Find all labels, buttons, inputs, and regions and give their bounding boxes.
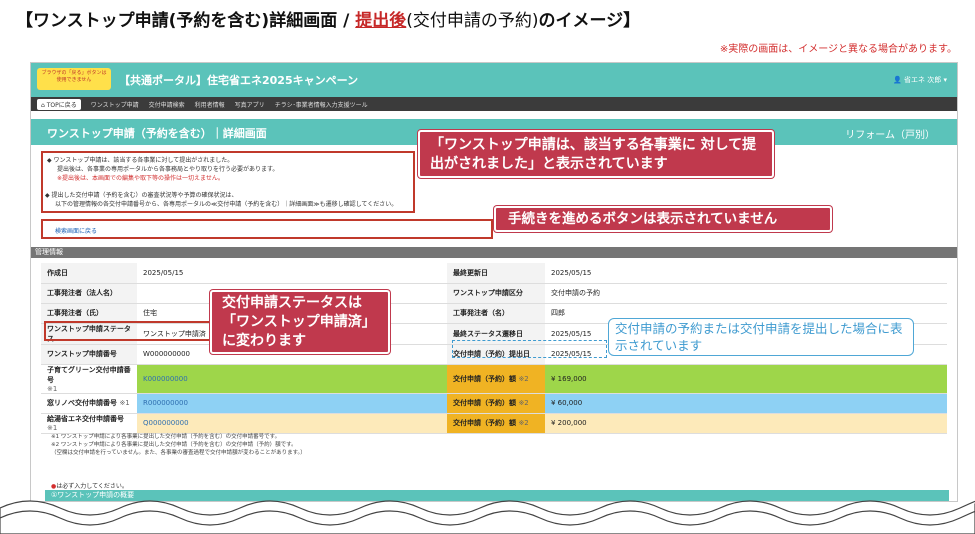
- required-note-text: は必ず入力してください。: [56, 483, 128, 490]
- heading-middle: (交付申請の予約): [406, 11, 539, 31]
- heater-amount-label: 交付申請（予約）額 ※2: [447, 413, 545, 434]
- window-no-note: ※1: [119, 399, 130, 407]
- window-amount-label: 交付申請（予約）額 ※2: [447, 393, 545, 414]
- footnote-1: ※1 ワンストップ申請により各事業に提出した交付申請（予約を含む）の交付申請番号…: [51, 434, 281, 440]
- created-label: 作成日: [41, 263, 137, 284]
- heater-no-link[interactable]: Q000000000: [143, 419, 189, 427]
- table-row: 工事発注者（法人名） ワンストップ申請区分 交付申請の予約: [41, 283, 947, 304]
- type-value: 交付申請の予約: [545, 283, 947, 304]
- last-name-label: 工事発注者（氏）: [41, 303, 137, 324]
- corp-label: 工事発注者（法人名）: [41, 283, 137, 304]
- table-row: 給湯省エネ交付申請番号 ※1 Q000000000 交付申請（予約）額 ※2 ¥…: [41, 413, 947, 434]
- nav-bar: ⌂ TOPに戻る ワンストップ申請 交付申請検索 利用者情報 写真アプリ チラシ…: [31, 97, 957, 111]
- torn-edge-decoration: [0, 500, 975, 534]
- section-header: 管理情報: [31, 247, 957, 258]
- info-line-5: 以下の管理情報の各交付申請番号から、各専用ポータルの≪交付申請（予約を含む）｜詳…: [55, 201, 398, 208]
- green-no-link[interactable]: K000000000: [143, 375, 188, 383]
- back-to-search-link[interactable]: 検索画面に戻る: [55, 226, 97, 235]
- footnotes: ※1 ワンストップ申請により各事業に提出した交付申請（予約を含む）の交付申請番号…: [51, 433, 306, 457]
- heater-no-value[interactable]: Q000000000: [137, 413, 447, 434]
- disclaimer: ※実際の画面は、イメージと異なる場合があります。: [719, 44, 957, 55]
- status-row-outline: [44, 321, 222, 341]
- callout-no-button: 手続きを進めるボタンは表示されていません: [494, 206, 832, 232]
- callout-submit-date: 交付申請の予約または交付申請を提出した場合に表示されています: [608, 318, 914, 356]
- info-line-3: ※提出後は、本画面での編集や取下等の操作は一切えません。: [57, 175, 224, 182]
- created-value: 2025/05/15: [137, 263, 447, 284]
- user-icon: 👤: [893, 76, 902, 84]
- info-line-2: 提出後は、各事業の専用ポータルから各事務局とやり取りを行う必要があります。: [57, 166, 279, 173]
- heading-suffix: のイメージ】: [538, 11, 641, 31]
- heater-no-label-text: 給湯省エネ交付申請番号: [47, 415, 124, 423]
- nav-item-flyer-tool[interactable]: チラシ･事業者情報入力支援ツール: [275, 100, 368, 109]
- heading-highlight: 提出後: [355, 11, 407, 31]
- info-review-note: ◆ 提出した交付申請（予約を含む）の審査状況等や予算の確保状況は、 以下の管理情…: [45, 191, 397, 209]
- window-amount-label-text: 交付申請（予約）額: [453, 399, 516, 407]
- info-line-4: ◆ 提出した交付申請（予約を含む）の審査状況等や予算の確保状況は、: [45, 192, 238, 199]
- green-amount-label-text: 交付申請（予約）額: [453, 374, 516, 383]
- button-area: 検索画面に戻る: [41, 219, 493, 239]
- screen-title: ワンストップ申請（予約を含む）｜詳細画面: [47, 127, 267, 140]
- green-amount-note: ※2: [518, 374, 529, 383]
- table-row: 窓リノベ交付申請番号 ※1 R000000000 交付申請（予約）額 ※2 ¥ …: [41, 393, 947, 414]
- info-line-1: ◆ ワンストップ申請は、該当する各事業に対して提出がされました。: [47, 157, 234, 164]
- heater-no-note: ※1: [47, 424, 58, 432]
- footnote-3: （空欄は交付申請を行っていません。また、各事業の審査過程で交付申請額が変わること…: [51, 450, 306, 456]
- portal-header: ブラウザの「戻る」ボタンは使用できません 【共通ポータル】住宅省エネ2025キャ…: [31, 63, 957, 97]
- window-amount-note: ※2: [518, 399, 529, 407]
- screen-category: リフォーム（戸別）: [845, 130, 935, 141]
- user-menu[interactable]: 👤 省エネ 次郎 ▾: [893, 75, 947, 85]
- nav-home[interactable]: ⌂ TOPに戻る: [37, 98, 81, 110]
- heater-amount-value: ¥ 200,000: [545, 413, 947, 434]
- nav-item-search[interactable]: 交付申請検索: [149, 100, 185, 109]
- heater-no-label: 給湯省エネ交付申請番号 ※1: [41, 413, 137, 434]
- page-heading: 【ワンストップ申請(予約を含む)詳細画面 / 提出後(交付申請の予約)のイメージ…: [16, 6, 640, 31]
- callout-submitted: 「ワンストップ申請は、該当する各事業に 対して提出がされました」と表示されていま…: [418, 130, 774, 178]
- window-no-value[interactable]: R000000000: [137, 393, 447, 414]
- window-no-link[interactable]: R000000000: [143, 399, 188, 407]
- window-amount-value: ¥ 60,000: [545, 393, 947, 414]
- screenshot-frame: ブラウザの「戻る」ボタンは使用できません 【共通ポータル】住宅省エネ2025キャ…: [30, 62, 958, 502]
- heater-amount-label-text: 交付申請（予約）額: [453, 419, 516, 427]
- heater-amount-note: ※2: [518, 419, 529, 427]
- green-no-label-text: 子育てグリーン交付申請番号: [47, 365, 131, 384]
- required-note: ●は必ず入力してください。: [51, 481, 128, 490]
- table-row: 子育てグリーン交付申請番号 ※1 K000000000 交付申請（予約）額 ※2 …: [41, 364, 947, 394]
- nav-item-user-info[interactable]: 利用者情報: [195, 100, 225, 109]
- green-no-note: ※1: [47, 384, 58, 393]
- user-name: 省エネ 次郎: [904, 76, 942, 84]
- heading-prefix: 【ワンストップ申請(予約を含む)詳細画面 /: [16, 11, 356, 31]
- table-row: 作成日 2025/05/15 最終更新日 2025/05/15: [41, 263, 947, 284]
- updated-value: 2025/05/15: [545, 263, 947, 284]
- updated-label: 最終更新日: [447, 263, 545, 284]
- callout-status: 交付申請ステータスは 「ワンストップ申請済」 に変わります: [210, 290, 390, 354]
- footnote-2: ※2 ワンストップ申請により各事業に提出した交付申請（予約を含む）の交付申請（予…: [51, 442, 297, 448]
- first-name-label: 工事発注者（名）: [447, 303, 545, 324]
- type-label: ワンストップ申請区分: [447, 283, 545, 304]
- window-no-label: 窓リノベ交付申請番号 ※1: [41, 393, 137, 414]
- nav-item-onestop[interactable]: ワンストップ申請: [91, 100, 139, 109]
- green-no-value[interactable]: K000000000: [137, 364, 447, 394]
- green-amount-label: 交付申請（予約）額 ※2: [447, 364, 545, 394]
- portal-title: 【共通ポータル】住宅省エネ2025キャンペーン: [119, 74, 359, 87]
- submit-date-highlight: [452, 340, 607, 358]
- green-amount-value: ¥ 169,000: [545, 364, 947, 394]
- green-no-label: 子育てグリーン交付申請番号 ※1: [41, 364, 137, 394]
- home-icon: ⌂: [41, 101, 45, 109]
- nav-item-photo-app[interactable]: 写真アプリ: [235, 100, 265, 109]
- window-no-label-text: 窓リノベ交付申請番号: [47, 399, 117, 407]
- back-button-notice: ブラウザの「戻る」ボタンは使用できません: [37, 68, 111, 90]
- nav-home-label: TOPに戻る: [46, 101, 77, 109]
- onestop-no-label: ワンストップ申請番号: [41, 344, 137, 365]
